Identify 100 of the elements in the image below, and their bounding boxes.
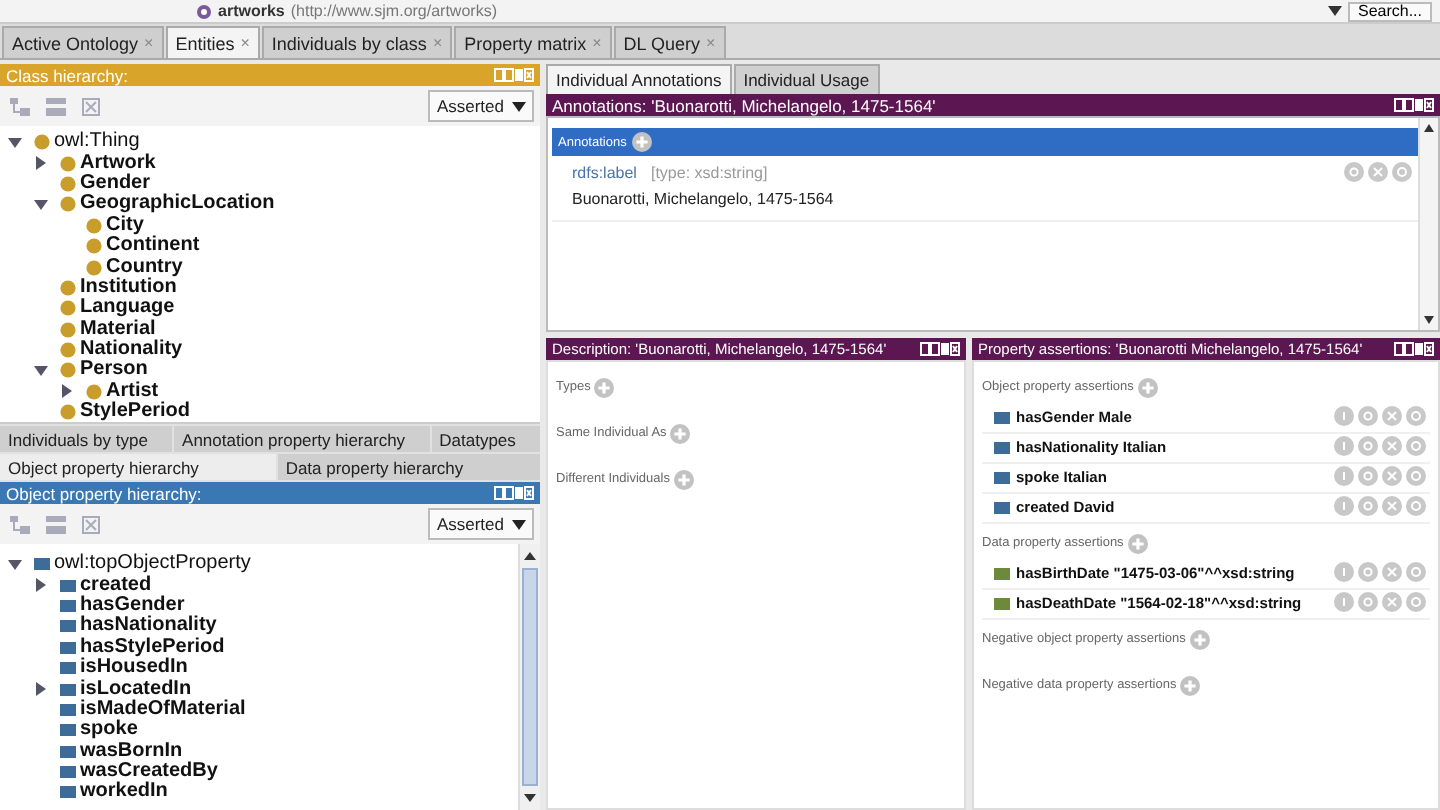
tree-item[interactable]: Language (80, 298, 175, 319)
delete-icon[interactable] (82, 97, 100, 115)
info-button[interactable] (1334, 562, 1354, 582)
collapse-icon[interactable] (8, 557, 22, 572)
delete-button[interactable] (1382, 496, 1402, 516)
add-sibling-icon[interactable] (46, 97, 66, 115)
dropdown-icon[interactable] (512, 101, 526, 111)
tab[interactable]: Individual Annotations (546, 64, 732, 94)
tab[interactable]: Annotation property hierarchy (174, 426, 430, 452)
data-property-icon (994, 598, 1010, 610)
settings-button[interactable] (1358, 496, 1378, 516)
delete-button[interactable] (1382, 436, 1402, 456)
data-property-icon (994, 568, 1010, 580)
tab[interactable]: Object property hierarchy (0, 454, 276, 480)
object-property-icon (994, 472, 1010, 484)
object-property-icon (994, 442, 1010, 454)
tab[interactable]: Property matrix × (454, 26, 612, 58)
tree-item[interactable]: hasGender (80, 595, 185, 616)
view-title: Class hierarchy: (6, 65, 130, 85)
tree-item[interactable]: hasNationality (80, 616, 217, 637)
info-button[interactable] (1334, 436, 1354, 456)
tree-item[interactable]: Artwork (80, 153, 156, 174)
tab[interactable]: Individual Usage (733, 64, 880, 94)
object-property-icon (994, 412, 1010, 424)
tab[interactable]: DL Query × (613, 26, 726, 58)
add-subclass-icon[interactable] (10, 97, 30, 115)
tree-item[interactable]: spoke (80, 720, 138, 741)
tree-item[interactable]: owl:Thing (54, 132, 140, 153)
info-button[interactable] (1334, 496, 1354, 516)
settings-button[interactable] (1358, 592, 1378, 612)
expand-icon[interactable] (34, 156, 48, 171)
info-button[interactable] (1334, 406, 1354, 426)
collapse-icon[interactable] (8, 135, 22, 150)
delete-button[interactable] (1382, 592, 1402, 612)
collapse-icon[interactable] (34, 197, 48, 212)
tree-item[interactable]: Country (106, 257, 183, 278)
settings-button[interactable] (1344, 162, 1364, 182)
settings-button[interactable] (1358, 436, 1378, 456)
tree-item[interactable]: City (106, 215, 144, 236)
delete-button[interactable] (1382, 562, 1402, 582)
tree-item[interactable]: Artist (106, 381, 159, 402)
delete-icon[interactable] (82, 515, 100, 533)
scrollbar[interactable] (1418, 118, 1438, 330)
edit-button[interactable] (1392, 162, 1412, 182)
tree-item[interactable]: Material (80, 319, 156, 340)
view-mode-select[interactable]: Asserted (428, 508, 534, 540)
tree-item[interactable]: GeographicLocation (80, 194, 275, 215)
info-button[interactable] (1334, 592, 1354, 612)
ontology-name: artworks (218, 2, 285, 20)
tab[interactable]: Datatypes (431, 426, 541, 452)
collapse-icon[interactable] (34, 363, 48, 378)
tree-item[interactable]: wasBornIn (80, 741, 183, 762)
add-sibling-icon[interactable] (46, 515, 66, 533)
view-mode-select[interactable]: Asserted (428, 90, 534, 122)
settings-button[interactable] (1358, 466, 1378, 486)
add-subclass-icon[interactable] (10, 515, 30, 533)
tree-item[interactable]: isMadeOfMaterial (80, 699, 246, 720)
tree-item[interactable]: workedIn (80, 782, 168, 803)
expand-icon[interactable] (34, 578, 48, 593)
tab[interactable]: Active Ontology × (2, 26, 164, 58)
tree-item[interactable]: wasCreatedBy (80, 762, 218, 783)
tab[interactable]: Individuals by type (0, 426, 173, 452)
annotation-property[interactable]: rdfs:label (572, 163, 637, 181)
dropdown-icon[interactable] (1327, 6, 1342, 16)
tree-item[interactable]: Nationality (80, 340, 183, 361)
tree-item[interactable]: owl:topObjectProperty (54, 554, 251, 575)
scroll-up-icon[interactable] (1424, 124, 1434, 132)
tree-item[interactable]: Person (80, 360, 148, 381)
scroll-down-icon[interactable] (1424, 316, 1434, 324)
delete-button[interactable] (1382, 466, 1402, 486)
tree-item[interactable]: hasStylePeriod (80, 637, 225, 658)
view-title: Annotations: 'Buonarotti, Michelangelo, 1475-1564' (552, 95, 938, 115)
tree-item[interactable]: isLocatedIn (80, 679, 192, 700)
delete-button[interactable] (1368, 162, 1388, 182)
view-title: Object property hierarchy: (6, 483, 204, 503)
tree-item[interactable]: created (80, 575, 152, 596)
info-button[interactable] (1334, 466, 1354, 486)
scrollbar[interactable] (518, 544, 540, 810)
tree-item[interactable]: Gender (80, 173, 151, 194)
tree-item[interactable]: Institution (80, 277, 177, 298)
view-controls-icon[interactable] (1394, 342, 1434, 356)
tree-item[interactable]: StylePeriod (80, 402, 191, 423)
dropdown-icon[interactable] (512, 519, 526, 529)
tab[interactable]: Entities × (165, 26, 260, 58)
annotation-type: [type: xsd:string] (650, 163, 768, 181)
view-controls-icon[interactable] (1394, 98, 1434, 112)
settings-button[interactable] (1358, 562, 1378, 582)
tab[interactable]: Individuals by class × (261, 26, 453, 58)
add-icon[interactable] (632, 132, 653, 152)
expand-icon[interactable] (34, 682, 48, 697)
expand-icon[interactable] (60, 384, 74, 399)
annotation-value: Buonarotti, Michelangelo, 1475-1564 (572, 190, 836, 208)
object-property-icon (994, 502, 1010, 514)
settings-button[interactable] (1358, 406, 1378, 426)
view-controls-icon[interactable] (920, 342, 960, 356)
tree-item[interactable]: Continent (106, 236, 200, 257)
tab[interactable]: Data property hierarchy (277, 454, 541, 480)
delete-button[interactable] (1382, 406, 1402, 426)
tree-item[interactable]: isHousedIn (80, 658, 188, 679)
search-button[interactable]: Search... (1347, 1, 1432, 21)
